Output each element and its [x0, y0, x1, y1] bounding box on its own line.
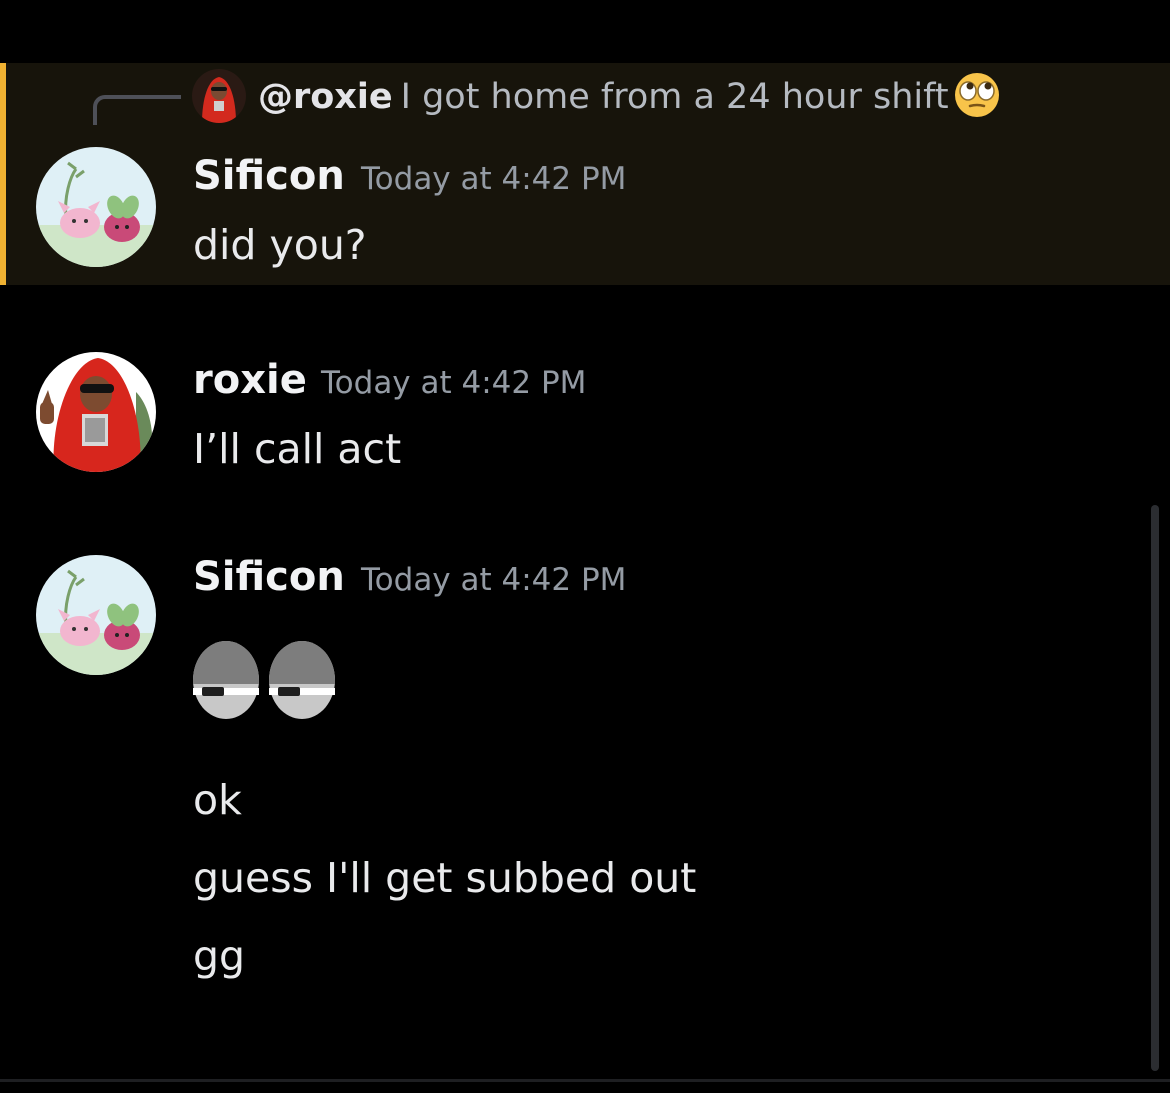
chat-message-list: @roxie I got home from a 24 hour shift S… — [0, 0, 1170, 1093]
message-author[interactable]: roxie — [193, 355, 307, 405]
avatar-sificon[interactable] — [36, 555, 156, 675]
red-hoodie-avatar-icon — [36, 352, 156, 472]
message-text: I’ll call act — [193, 425, 402, 473]
pokemon-avatar-icon — [36, 147, 156, 267]
message-text: guess I'll get subbed out — [193, 854, 697, 902]
message-author[interactable]: Sificon — [193, 151, 345, 201]
avatar-roxie[interactable] — [36, 352, 156, 472]
face-with-rolling-eyes-icon — [953, 71, 1001, 119]
pokemon-avatar-icon — [36, 555, 156, 675]
scrollbar[interactable] — [1151, 505, 1159, 1071]
message-sificon-reply[interactable]: @roxie I got home from a 24 hour shift S… — [0, 63, 1170, 285]
message-timestamp: Today at 4:42 PM — [361, 562, 627, 598]
sleepy-eyes-emoji-icon[interactable] — [192, 640, 260, 720]
message-text: did you? — [193, 221, 367, 269]
message-author[interactable]: Sificon — [193, 552, 345, 602]
sleepy-eyes-emoji-icon[interactable] — [268, 640, 336, 720]
message-text: ok — [193, 776, 242, 824]
message-timestamp: Today at 4:42 PM — [361, 161, 627, 197]
reply-text: I got home from a 24 hour shift — [400, 77, 949, 117]
bottom-divider — [0, 1079, 1170, 1082]
message-timestamp: Today at 4:42 PM — [321, 365, 587, 401]
reply-preview[interactable]: @roxie I got home from a 24 hour shift — [258, 73, 1001, 119]
reply-avatar[interactable] — [192, 69, 246, 123]
reply-spine-icon — [93, 95, 181, 125]
red-hoodie-avatar-icon — [192, 69, 246, 123]
message-text: gg — [193, 932, 246, 980]
mention-highlight-bar — [0, 63, 6, 285]
avatar-sificon[interactable] — [36, 147, 156, 267]
reply-author[interactable]: @roxie — [258, 77, 393, 117]
